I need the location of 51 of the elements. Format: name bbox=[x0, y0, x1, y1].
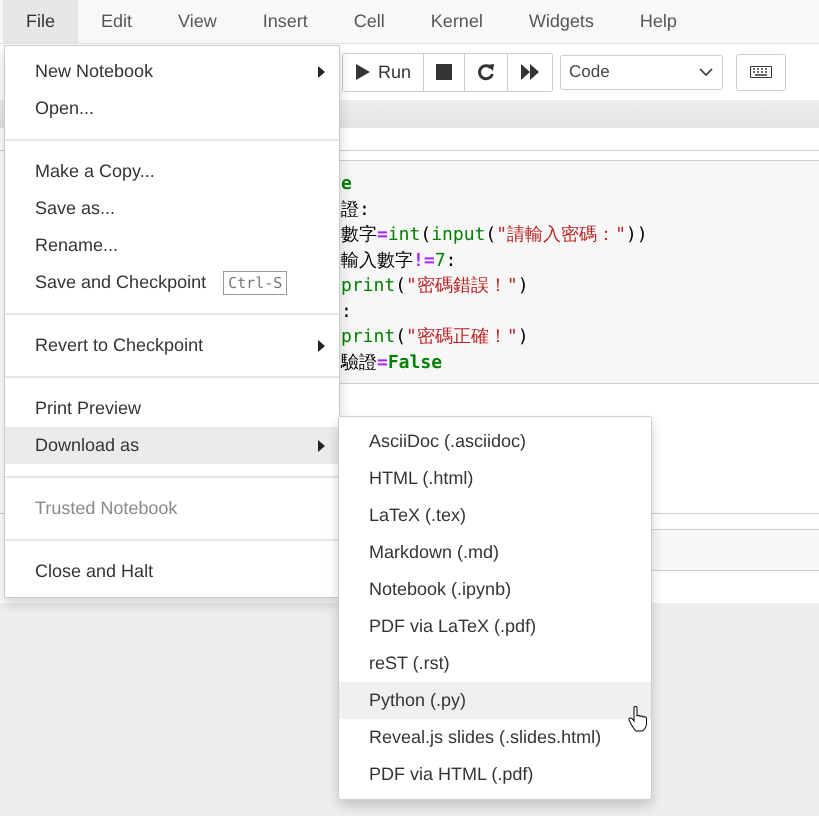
menu-item[interactable]: PDF via LaTeX (.pdf) bbox=[339, 608, 651, 645]
menu-item[interactable]: Notebook (.ipynb) bbox=[339, 571, 651, 608]
run-all-button[interactable] bbox=[507, 54, 552, 90]
code-line: e bbox=[341, 172, 353, 196]
restart-icon bbox=[477, 63, 496, 81]
chevron-down-icon bbox=[699, 68, 714, 76]
menu-item[interactable]: View bbox=[155, 0, 240, 43]
menu-item-label: Save as... bbox=[35, 198, 116, 219]
menu-item-label: Close and Halt bbox=[35, 561, 154, 582]
menu-item[interactable]: Help bbox=[616, 0, 700, 43]
keyboard-button[interactable] bbox=[736, 54, 786, 90]
menu-item-label: Trusted Notebook bbox=[35, 498, 178, 519]
menu-item[interactable]: Edit bbox=[78, 0, 156, 43]
menu-item[interactable]: Reveal.js slides (.slides.html) bbox=[339, 719, 651, 756]
menu-item[interactable]: Kernel bbox=[408, 0, 506, 43]
hand-cursor-icon bbox=[628, 706, 648, 732]
keyboard-icon bbox=[750, 66, 772, 78]
code-line: 輸入數字!=7: bbox=[341, 248, 458, 272]
stop-icon bbox=[436, 64, 452, 80]
menu-item-label: Make a Copy... bbox=[35, 161, 155, 182]
play-icon bbox=[355, 63, 371, 81]
code-line: 數字=int(input("請輸入密碼：")) bbox=[341, 223, 649, 247]
fast-forward-icon bbox=[520, 64, 540, 80]
menu-item[interactable]: AsciiDoc (.asciidoc) bbox=[339, 423, 651, 460]
menu-item-label: New Notebook bbox=[35, 61, 154, 82]
menu-item[interactable]: Print Preview bbox=[5, 390, 339, 427]
menu-item[interactable]: Download as bbox=[5, 427, 339, 464]
code-line: print("密碼錯誤！") bbox=[341, 274, 530, 298]
menu-item[interactable]: Markdown (.md) bbox=[339, 534, 651, 571]
menu-item[interactable]: Insert bbox=[240, 0, 331, 43]
code-line: 證: bbox=[341, 198, 371, 222]
menu-item-label: Rename... bbox=[35, 235, 118, 256]
menu-item[interactable]: reST (.rst) bbox=[339, 645, 651, 682]
code-line: 驗證=False bbox=[341, 350, 444, 374]
menu-item[interactable]: Close and Halt bbox=[5, 553, 339, 590]
menu-item[interactable]: HTML (.html) bbox=[339, 460, 651, 497]
code-line: print("密碼正確！") bbox=[341, 325, 530, 349]
cell-type-select[interactable]: Code bbox=[560, 54, 724, 90]
menu-item[interactable]: Widgets bbox=[506, 0, 617, 43]
shortcut-key: Ctrl-S bbox=[223, 270, 288, 294]
menu-item[interactable]: New Notebook bbox=[5, 53, 339, 90]
menu-item-label: Print Preview bbox=[35, 398, 142, 419]
menu-item[interactable]: Python (.py) bbox=[339, 682, 651, 719]
menu-item[interactable]: Open... bbox=[5, 90, 339, 127]
code-line: : bbox=[341, 300, 353, 324]
menu-item[interactable]: PDF via HTML (.pdf) bbox=[339, 756, 651, 793]
menu-item[interactable]: File bbox=[3, 0, 78, 43]
menu-item-label: Download as bbox=[35, 435, 140, 456]
menu-item-label: Open... bbox=[35, 98, 94, 119]
menu-item[interactable]: Cell bbox=[330, 0, 408, 43]
menu-item[interactable]: LaTeX (.tex) bbox=[339, 497, 651, 534]
